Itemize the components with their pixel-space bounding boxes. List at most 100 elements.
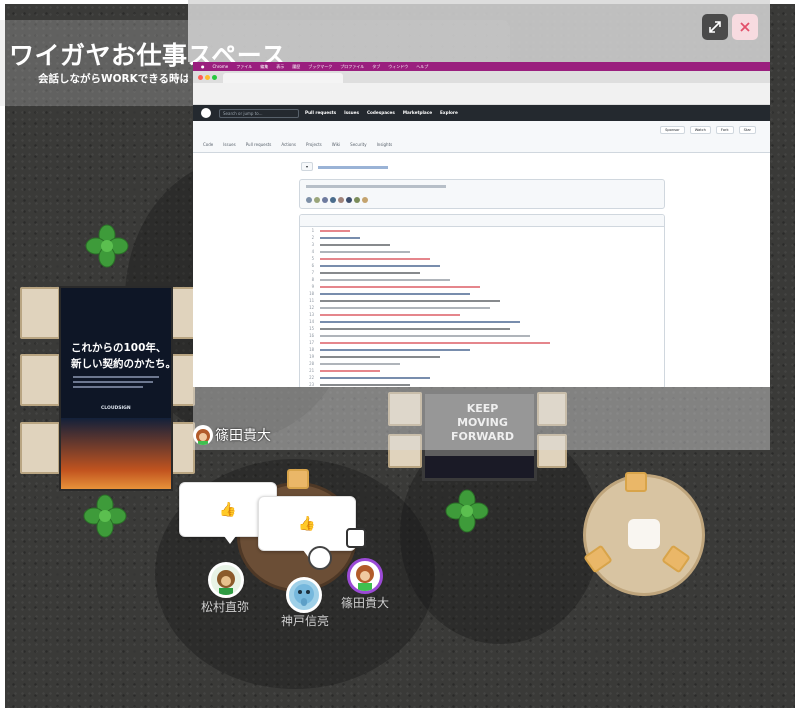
github-nav-item: Pull requests [305, 110, 337, 115]
file-path [318, 165, 389, 169]
file-breadcrumb: ▾ [301, 162, 389, 171]
commit-message [306, 185, 446, 188]
line-number: 8 [311, 277, 314, 282]
repo-action: Fork [715, 126, 734, 134]
plant-icon [85, 224, 129, 268]
code-line: 20 [300, 360, 664, 367]
avatar[interactable] [347, 558, 383, 594]
board-base [425, 456, 534, 478]
avatar[interactable] [286, 577, 322, 613]
repo-tab: Pull requests [245, 142, 272, 147]
code-text [320, 321, 520, 323]
code-line: 13 [300, 311, 664, 318]
line-number: 14 [309, 319, 314, 324]
code-line: 6 [300, 262, 664, 269]
code-line: 9 [300, 283, 664, 290]
line-number: 10 [309, 291, 314, 296]
code-text [320, 307, 490, 309]
line-number: 13 [309, 312, 314, 317]
code-text [320, 356, 440, 358]
code-text [320, 328, 510, 330]
code-line: 4 [300, 248, 664, 255]
shared-screen[interactable]: ● Chrome ファイル 編集 表示 履歴 ブックマーク プロファイル タブ … [193, 62, 770, 387]
bench [171, 287, 195, 339]
repo-tab: Wiki [331, 142, 341, 147]
github-logo-icon [201, 108, 211, 118]
code-text [320, 293, 470, 295]
repo-tab: Security [350, 142, 367, 147]
github-nav-item: Marketplace [402, 110, 433, 115]
menu-item: プロファイル [340, 63, 365, 69]
line-number: 6 [311, 263, 314, 268]
github-nav: Pull requests Issues Codespaces Marketpl… [305, 110, 458, 115]
code-line: 21 [300, 367, 664, 374]
code-line: 3 [300, 241, 664, 248]
line-number: 12 [309, 305, 314, 310]
avatar[interactable] [208, 562, 244, 598]
line-number: 20 [309, 361, 314, 366]
code-text [320, 384, 410, 386]
branch-select: ▾ [301, 162, 314, 171]
line-number: 19 [309, 354, 314, 359]
line-number: 2 [311, 235, 314, 240]
contributor-avatars [306, 197, 368, 203]
screen-share-frame-bottom [193, 387, 770, 450]
code-line: 22 [300, 374, 664, 381]
plant-icon [83, 494, 127, 538]
code-line: 5 [300, 255, 664, 262]
repo-action: Sponsor [660, 126, 685, 134]
github-nav-item: Codespaces [366, 110, 395, 115]
line-number: 11 [309, 298, 314, 303]
participant-name: 松村直弥 [201, 600, 250, 614]
line-number: 21 [309, 368, 314, 373]
speaking-icon [308, 546, 332, 570]
browser-address-bar [193, 83, 770, 105]
participant-name: 神戸信亮 [281, 614, 330, 628]
repo-action: Star [738, 126, 756, 134]
menu-item: ブックマーク [308, 63, 333, 69]
github-nav-item: Explore [440, 110, 458, 115]
line-number: 4 [311, 249, 314, 254]
code-line: 2 [300, 234, 664, 241]
expand-button[interactable] [702, 14, 728, 40]
repo-tab: Insights [376, 142, 393, 147]
virtual-office-stage: これからの100年、 新しい契約のかたち。 CLOUDSIGN KEEP MOV… [0, 0, 800, 713]
line-number: 17 [309, 340, 314, 345]
repo-tabs: Code Issues Pull requests Actions Projec… [203, 142, 392, 147]
repo-tab: Projects [305, 142, 322, 147]
browser-tab-strip [193, 71, 770, 83]
thumbs-up-icon: 👍 [298, 515, 316, 532]
menu-item: ウィンドウ [388, 63, 409, 69]
code-line: 14 [300, 318, 664, 325]
screen-sharer-name: 篠田貴大 [215, 428, 271, 444]
space-subtitle: 会話しながらWORKできる時はこ [38, 73, 188, 85]
code-text [320, 349, 470, 351]
poster-body-text [73, 376, 163, 392]
code-line: 19 [300, 353, 664, 360]
menu-item: 履歴 [292, 63, 301, 69]
window-close-dot [198, 75, 203, 80]
code-line: 11 [300, 297, 664, 304]
sharer-avatar [193, 425, 213, 445]
poster-brand: CLOUDSIGN [101, 406, 131, 411]
code-line: 7 [300, 269, 664, 276]
participant-name: 篠田貴大 [341, 596, 390, 610]
repo-tab: Issues [223, 142, 236, 147]
code-text [320, 363, 400, 365]
code-line: 15 [300, 325, 664, 332]
code-text [320, 300, 500, 302]
repo-tab: Code [203, 142, 214, 147]
code-lines: 123456789101112131415161718192021222324 [300, 227, 664, 387]
bench [171, 422, 195, 474]
code-line: 16 [300, 332, 664, 339]
latest-commit-box [299, 179, 665, 209]
github-search: Search or jump to... [219, 109, 299, 118]
line-number: 7 [311, 270, 314, 275]
close-button[interactable] [732, 14, 758, 40]
line-number: 16 [309, 333, 314, 338]
cloudsign-poster: これからの100年、 新しい契約のかたち。 CLOUDSIGN [59, 286, 173, 491]
repo-action: Watch [689, 126, 711, 134]
code-text [320, 265, 440, 267]
code-text [320, 314, 460, 316]
plant-icon [445, 489, 489, 533]
